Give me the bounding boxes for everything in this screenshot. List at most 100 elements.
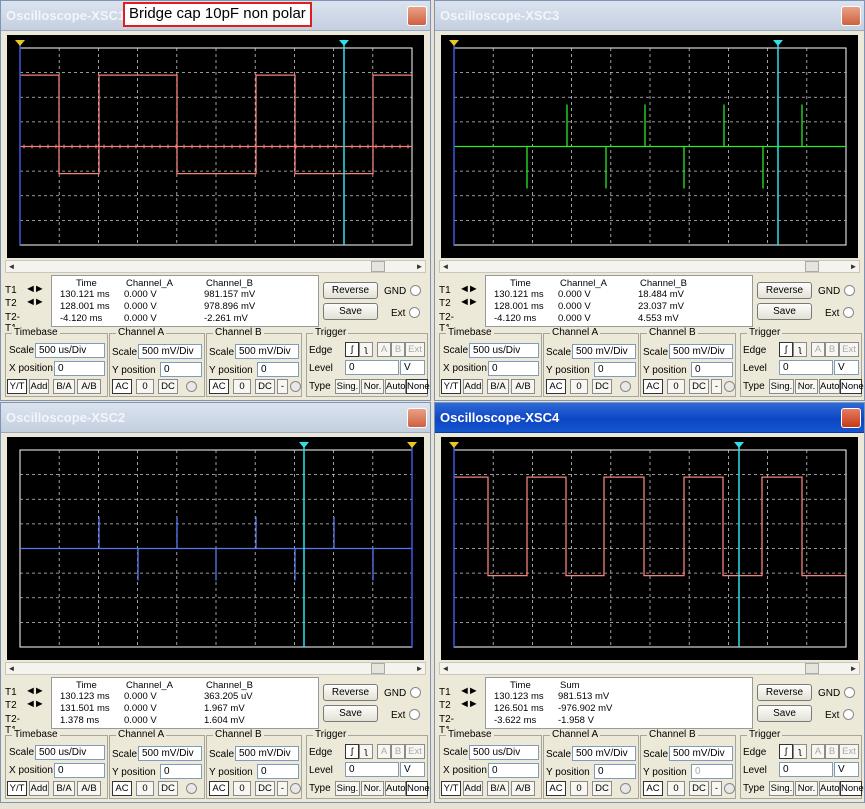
- mode-yt-button[interactable]: Y/T: [7, 781, 27, 796]
- channel-b-coupling-zero-button[interactable]: 0: [667, 781, 685, 796]
- edge-rising-icon[interactable]: ʃ: [345, 744, 359, 759]
- horizontal-scrollbar[interactable]: ◄ ►: [439, 260, 860, 273]
- cursor-t1-arrows-icon[interactable]: ◄►: [459, 685, 485, 697]
- gnd-radio[interactable]: GND: [384, 285, 422, 297]
- scroll-right-arrow-icon[interactable]: ►: [414, 261, 425, 272]
- channel-a-coupling-dc-button[interactable]: DC: [158, 781, 178, 796]
- scroll-thumb[interactable]: [371, 261, 385, 272]
- channel-b-coupling-zero-button[interactable]: 0: [233, 379, 251, 394]
- reverse-button[interactable]: Reverse: [323, 282, 378, 299]
- channel-a-option-radio[interactable]: [186, 381, 197, 392]
- mode-yt-button[interactable]: Y/T: [441, 781, 461, 796]
- mode-ba-button[interactable]: B/A: [53, 379, 75, 394]
- close-icon[interactable]: [407, 408, 427, 428]
- ext-radio-circle[interactable]: [409, 709, 421, 720]
- reverse-button[interactable]: Reverse: [757, 684, 812, 701]
- trigger-level-unit-select[interactable]: V: [834, 762, 859, 777]
- gnd-radio-circle[interactable]: [844, 285, 856, 296]
- edge-rising-icon[interactable]: ʃ: [345, 342, 359, 357]
- timebase-scale-field[interactable]: 500 us/Div: [35, 343, 105, 358]
- cursor-t2-arrows-icon[interactable]: ◄►: [459, 698, 485, 710]
- horizontal-scrollbar[interactable]: ◄ ►: [5, 662, 426, 675]
- trigger-source-ext-button[interactable]: Ext: [839, 342, 859, 357]
- channel-b-scale-field[interactable]: 500 mV/Div: [669, 746, 733, 761]
- trigger-source-a-button[interactable]: A: [811, 744, 825, 759]
- gnd-radio[interactable]: GND: [384, 687, 422, 699]
- trigger-type-none-button[interactable]: None: [406, 781, 430, 796]
- horizontal-scrollbar[interactable]: ◄ ►: [439, 662, 860, 675]
- edge-falling-icon[interactable]: ʅ: [793, 744, 807, 759]
- channel-b-coupling-dc-button[interactable]: DC: [255, 379, 275, 394]
- mode-add-button[interactable]: Add: [463, 379, 483, 394]
- trigger-source-a-button[interactable]: A: [811, 342, 825, 357]
- channel-b-option-radio[interactable]: [724, 381, 735, 392]
- gnd-radio[interactable]: GND: [818, 687, 856, 699]
- oscilloscope-window-xsc3[interactable]: Oscilloscope-XSC3 ◄ ► T1 ◄► T2 ◄► T2-T1 Time Chan…: [434, 0, 865, 401]
- close-icon[interactable]: [407, 6, 427, 26]
- cursor-t1-arrows-icon[interactable]: ◄►: [25, 685, 51, 697]
- trigger-level-field[interactable]: 0: [779, 762, 833, 777]
- ext-radio-circle[interactable]: [843, 307, 855, 318]
- channel-a-coupling-dc-button[interactable]: DC: [592, 379, 612, 394]
- channel-b-coupling-ac-button[interactable]: AC: [209, 781, 229, 796]
- save-button[interactable]: Save: [323, 303, 378, 320]
- edge-rising-icon[interactable]: ʃ: [779, 744, 793, 759]
- channel-a-ypos-field[interactable]: 0: [160, 764, 202, 779]
- timebase-scale-field[interactable]: 500 us/Div: [35, 745, 105, 760]
- channel-b-ypos-field[interactable]: 0: [257, 764, 299, 779]
- trigger-source-a-button[interactable]: A: [377, 342, 391, 357]
- x-position-field[interactable]: 0: [488, 763, 539, 778]
- scroll-right-arrow-icon[interactable]: ►: [414, 663, 425, 674]
- channel-a-coupling-ac-button[interactable]: AC: [112, 379, 132, 394]
- oscilloscope-window-xsc4[interactable]: Oscilloscope-XSC4 ◄ ► T1 ◄► T2 ◄► T2-T1 Time Sum 1…: [434, 402, 865, 803]
- reverse-button[interactable]: Reverse: [757, 282, 812, 299]
- scroll-left-arrow-icon[interactable]: ◄: [6, 663, 17, 674]
- channel-b-coupling-ac-button[interactable]: AC: [209, 379, 229, 394]
- channel-a-ypos-field[interactable]: 0: [594, 764, 636, 779]
- channel-b-ypos-field[interactable]: 0: [691, 362, 733, 377]
- scroll-right-arrow-icon[interactable]: ►: [848, 261, 859, 272]
- channel-a-option-radio[interactable]: [620, 381, 631, 392]
- trigger-source-b-button[interactable]: B: [391, 342, 405, 357]
- channel-a-option-radio[interactable]: [620, 783, 631, 794]
- channel-a-coupling-zero-button[interactable]: 0: [136, 781, 154, 796]
- ext-radio[interactable]: Ext: [825, 307, 855, 319]
- mode-add-button[interactable]: Add: [29, 781, 49, 796]
- trigger-type-auto-button[interactable]: Auto: [385, 781, 406, 796]
- channel-b-coupling-dc-button[interactable]: DC: [689, 379, 709, 394]
- x-position-field[interactable]: 0: [488, 361, 539, 376]
- channel-a-coupling-zero-button[interactable]: 0: [570, 781, 588, 796]
- oscilloscope-window-xsc1[interactable]: Oscilloscope-XSC1 Bridge cap 10pF non pol…: [0, 0, 431, 401]
- channel-a-coupling-ac-button[interactable]: AC: [546, 781, 566, 796]
- scroll-right-arrow-icon[interactable]: ►: [848, 663, 859, 674]
- edge-falling-icon[interactable]: ʅ: [359, 744, 373, 759]
- ext-radio[interactable]: Ext: [825, 709, 855, 721]
- channel-b-coupling-dc-button[interactable]: DC: [255, 781, 275, 796]
- horizontal-scrollbar[interactable]: ◄ ►: [5, 260, 426, 273]
- trigger-type-nor-button[interactable]: Nor.: [361, 781, 384, 796]
- cursor-t2-arrows-icon[interactable]: ◄►: [25, 698, 51, 710]
- x-position-field[interactable]: 0: [54, 763, 105, 778]
- channel-b-invert-button[interactable]: -: [711, 379, 722, 394]
- channel-b-scale-field[interactable]: 500 mV/Div: [669, 344, 733, 359]
- save-button[interactable]: Save: [757, 705, 812, 722]
- mode-ab-button[interactable]: A/B: [77, 781, 101, 796]
- timebase-scale-field[interactable]: 500 us/Div: [469, 343, 539, 358]
- channel-a-coupling-zero-button[interactable]: 0: [570, 379, 588, 394]
- trigger-type-none-button[interactable]: None: [840, 379, 864, 394]
- channel-b-coupling-ac-button[interactable]: AC: [643, 379, 663, 394]
- channel-a-coupling-dc-button[interactable]: DC: [158, 379, 178, 394]
- trigger-type-auto-button[interactable]: Auto: [819, 379, 840, 394]
- trigger-type-nor-button[interactable]: Nor.: [795, 781, 818, 796]
- trigger-type-sing-button[interactable]: Sing.: [335, 781, 360, 796]
- gnd-radio-circle[interactable]: [410, 285, 422, 296]
- x-position-field[interactable]: 0: [54, 361, 105, 376]
- trigger-type-none-button[interactable]: None: [406, 379, 430, 394]
- oscilloscope-window-xsc2[interactable]: Oscilloscope-XSC2 ◄ ► T1 ◄► T2 ◄► T2-T1 Time Chan…: [0, 402, 431, 803]
- mode-yt-button[interactable]: Y/T: [441, 379, 461, 394]
- trigger-level-unit-select[interactable]: V: [400, 360, 425, 375]
- scroll-left-arrow-icon[interactable]: ◄: [6, 261, 17, 272]
- ext-radio-circle[interactable]: [843, 709, 855, 720]
- channel-a-scale-field[interactable]: 500 mV/Div: [138, 746, 202, 761]
- gnd-radio[interactable]: GND: [818, 285, 856, 297]
